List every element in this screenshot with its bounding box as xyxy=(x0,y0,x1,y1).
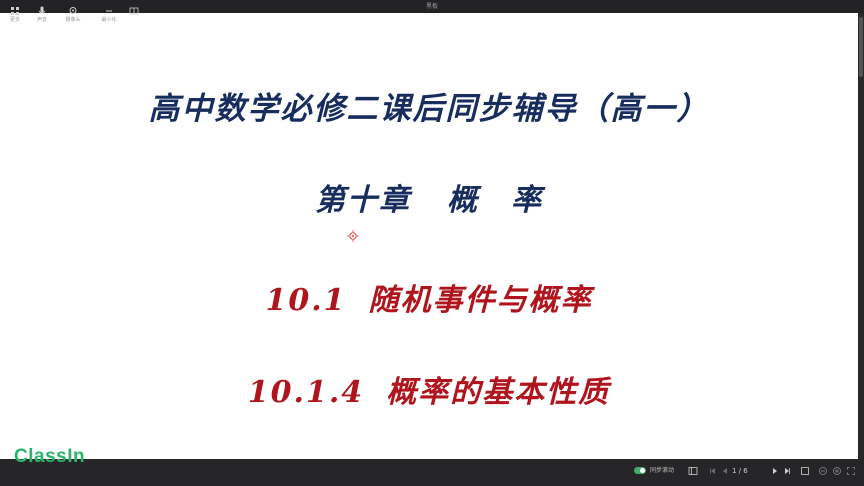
chapter-heading: 第十章 概 率 xyxy=(0,175,858,219)
minimize-icon xyxy=(106,10,112,12)
laser-pointer-icon xyxy=(347,230,359,242)
slide-canvas[interactable]: 高中数学必修二课后同步辅导（高一） 第十章 概 率 10.1 随机事件与概率 10.… xyxy=(0,13,858,459)
more-button[interactable]: 更多 xyxy=(6,0,24,27)
grid-icon xyxy=(11,7,19,15)
fullscreen-icon[interactable] xyxy=(846,466,856,476)
slide-title: 高中数学必修二课后同步辅导（高一） xyxy=(148,91,710,127)
microphone-icon xyxy=(38,6,46,14)
scrollbar-thumb[interactable] xyxy=(859,17,863,77)
last-page-icon[interactable] xyxy=(782,466,792,476)
window-title: 黑板 xyxy=(425,3,438,10)
subsection-number: 10.1.4 xyxy=(247,375,365,410)
subsection-heading: 10.1.4 概率的基本性质 xyxy=(0,367,858,411)
minimize-button[interactable]: 最小化 xyxy=(100,0,118,27)
sync-scroll-toggle[interactable] xyxy=(634,467,646,474)
minimize-label: 最小化 xyxy=(101,17,117,23)
first-page-icon[interactable] xyxy=(708,466,718,476)
vertical-scrollbar[interactable] xyxy=(858,13,864,459)
camera-icon xyxy=(69,7,77,14)
zoom-in-icon[interactable] xyxy=(832,466,842,476)
camera-label: 摄像头 xyxy=(65,17,81,23)
section-number: 10.1 xyxy=(265,283,347,318)
next-page-icon[interactable] xyxy=(770,466,780,476)
zoom-out-icon[interactable] xyxy=(818,466,828,476)
layout-button[interactable] xyxy=(126,0,142,27)
thumbnails-icon[interactable] xyxy=(800,466,810,476)
classin-logo: ClassIn xyxy=(14,446,86,467)
section-heading: 10.1 随机事件与概率 xyxy=(0,275,858,319)
section-name: 随机事件与概率 xyxy=(368,283,593,318)
page-indicator: 1 / 6 xyxy=(732,467,748,475)
sync-scroll-label: 同步滚动 xyxy=(650,467,675,474)
subsection-name: 概率的基本性质 xyxy=(386,375,611,410)
layout-icon xyxy=(129,7,139,15)
prev-page-icon[interactable] xyxy=(720,466,730,476)
more-label: 更多 xyxy=(9,17,20,23)
audio-button[interactable]: 声音 xyxy=(32,0,52,27)
chapter-name: 概 率 xyxy=(447,183,543,218)
camera-button[interactable]: 摄像头 xyxy=(62,0,84,27)
chapter-number: 第十章 xyxy=(315,183,411,218)
audio-label: 声音 xyxy=(36,17,47,23)
sidebar-panel-icon[interactable] xyxy=(688,466,698,476)
